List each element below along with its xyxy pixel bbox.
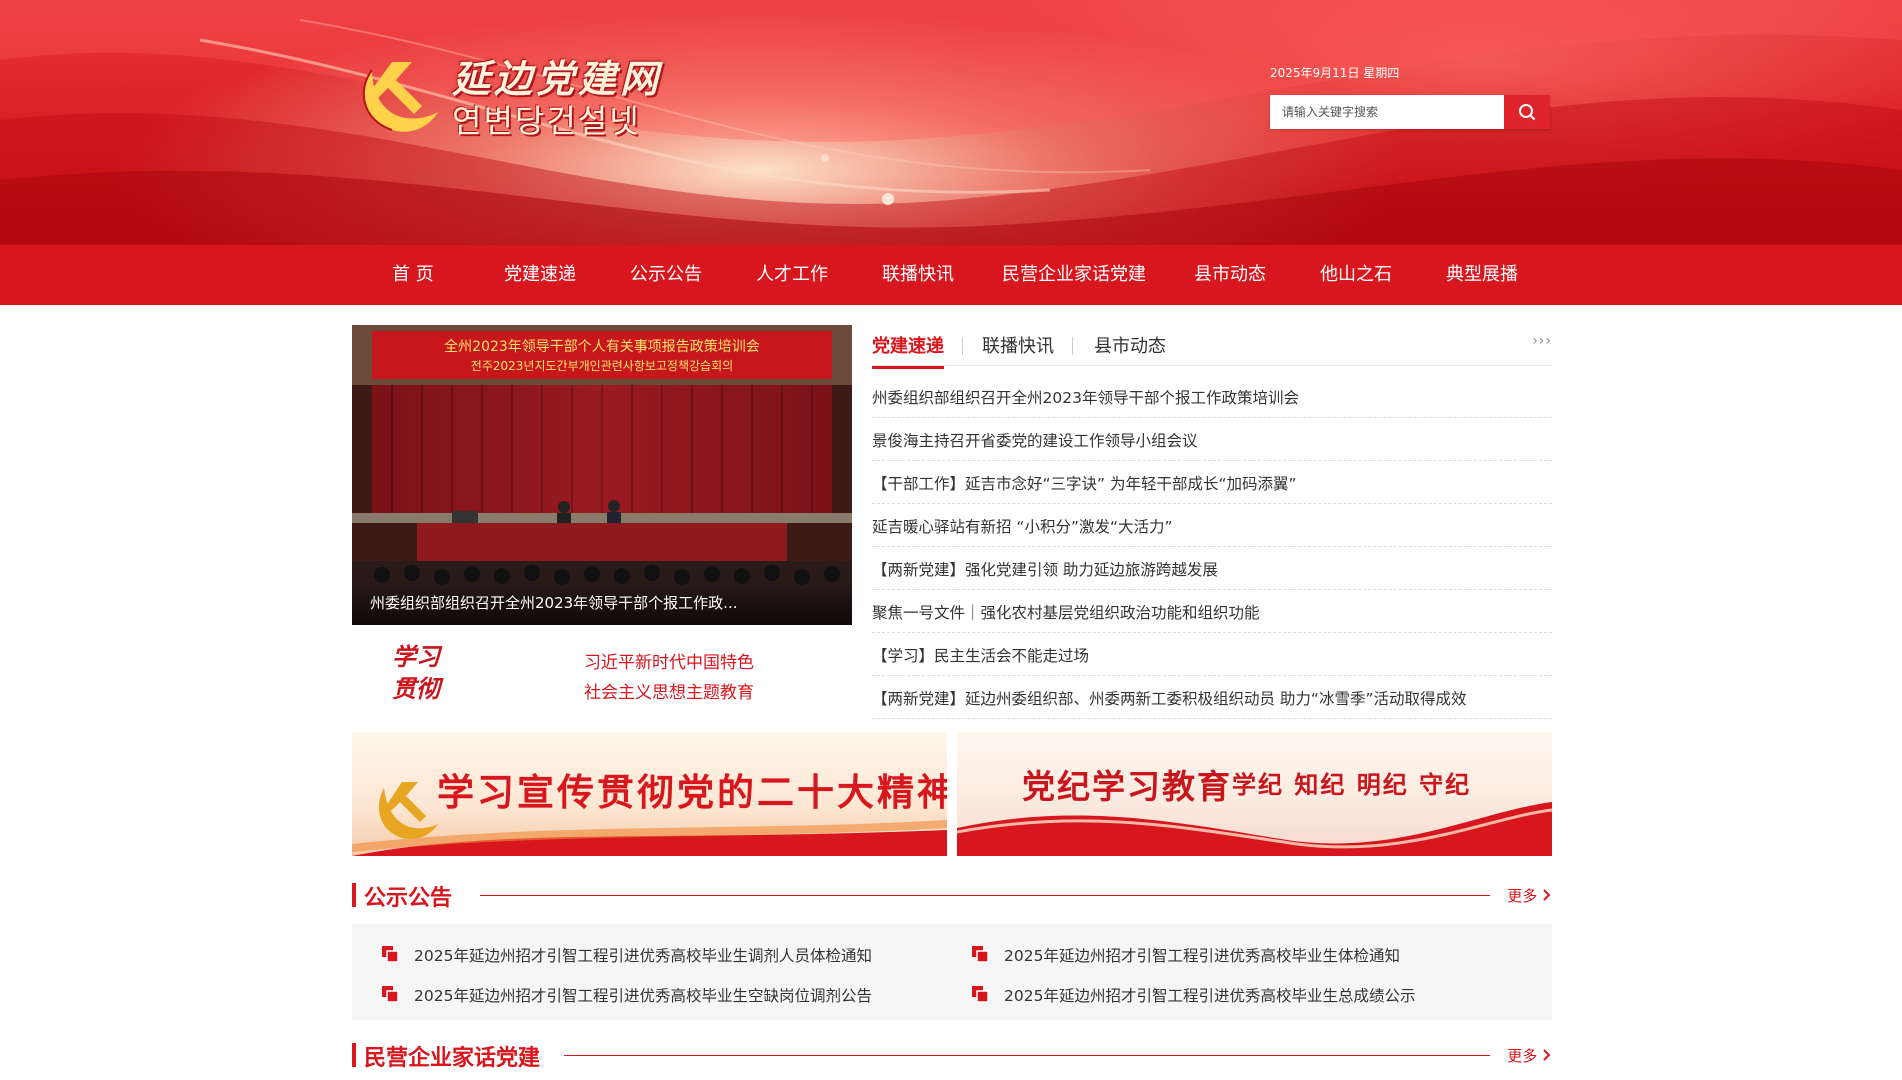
slider-caption[interactable]: 州委组织部组织召开全州2023年领导干部个报工作政... [370,592,737,613]
document-icon [382,986,399,1002]
nav-item-private-entrepreneurs[interactable]: 民营企业家话党建 [1002,245,1146,305]
nav-item-typical-showcase[interactable]: 典型展播 [1446,245,1518,305]
search-box [1270,95,1550,129]
nav-item-talent[interactable]: 人才工作 [756,245,828,305]
study-calligraphy-line2: 贯彻 [392,674,440,703]
header-wave-decoration [0,0,1902,245]
tab-party-express[interactable]: 党建速递 [872,332,944,369]
site-title-kr: 연변당건설넷 [452,102,641,140]
list-item[interactable]: 【两新党建】延边州委组织部、州委两新工委积极组织动员 助力“冰雪季”活动取得成效 [872,676,1552,719]
list-item[interactable]: 【学习】民主生活会不能走过场 [872,633,1552,676]
notice-title[interactable]: 2025年延边州招才引智工程引进优秀高校毕业生调剂人员体检通知 [414,944,872,966]
list-item[interactable]: 延吉暖心驿站有新招 “小积分”激发“大活力” [872,504,1552,547]
news-title[interactable]: 【两新党建】延边州委组织部、州委两新工委积极组织动员 助力“冰雪季”活动取得成效 [872,687,1467,709]
search-icon [1519,104,1536,121]
document-icon [972,986,989,1002]
tab-broadcast[interactable]: 联播快讯 [982,332,1054,358]
notices-section-header: 公示公告 更多 [352,880,1552,911]
site-title-cn: 延边党建网 [452,56,663,101]
list-item[interactable]: 【干部工作】延吉市念好“三字诀” 为年轻干部成长“加码添翼” [872,461,1552,504]
notices-more-label: 更多 [1507,887,1538,905]
slider-banner-line1: 全州2023年领导干部个人有关事项报告政策培训会 [444,338,760,355]
news-tabs: 党建速递 联播快讯 县市动态 ››› [872,325,1552,369]
slider-banner-line2: 전주2023년지도간부개인관련사항보고정책강습회의 [471,358,733,373]
banner-left-text: 学习宣传贯彻党的二十大精神 [437,770,947,814]
study-theme-link[interactable]: 学习 贯彻 习近平新时代中国特色 社会主义思想主题教育 [352,636,852,712]
list-item[interactable]: 州委组织部组织召开全州2023年领导干部个报工作政策培训会 [872,375,1552,418]
news-title[interactable]: 【两新党建】强化党建引领 助力延边旅游跨越发展 [872,558,1218,580]
list-item[interactable]: 景俊海主持召开省委党的建设工作领导小组会议 [872,418,1552,461]
study-calligraphy: 学习 贯彻 [392,641,472,705]
private-more-link[interactable]: 更多 [1507,1045,1552,1066]
list-item[interactable]: 【两新党建】强化党建引领 助力延边旅游跨越发展 [872,547,1552,590]
nav-item-home[interactable]: 首 页 [392,245,434,305]
notice-title[interactable]: 2025年延边州招才引智工程引进优秀高校毕业生总成绩公示 [1004,984,1415,1006]
news-title[interactable]: 景俊海主持召开省委党的建设工作领导小组会议 [872,429,1198,451]
notices-section-title: 公示公告 [364,886,453,911]
news-title[interactable]: 延吉暖心驿站有新招 “小积分”激发“大活力” [872,515,1173,537]
search-button[interactable] [1504,95,1550,129]
notice-title[interactable]: 2025年延边州招才引智工程引进优秀高校毕业生空缺岗位调剂公告 [414,984,872,1006]
header-banner: 延边党建网 연변당건설넷 2025年9月11日 星期四 [0,0,1902,245]
section-accent-bar [352,1043,356,1067]
search-input[interactable] [1270,95,1514,129]
notices-more-link[interactable]: 更多 [1507,885,1552,906]
nav-item-county-news[interactable]: 县市动态 [1194,245,1266,305]
news-slider[interactable]: 全州2023年领导干部个人有关事项报告政策培训会 전주2023년지도간부개인관련… [352,325,852,625]
section-accent-bar [352,883,356,907]
news-list: 州委组织部组织召开全州2023年领导干部个报工作政策培训会 景俊海主持召开省委党… [872,375,1552,719]
chevron-right-icon [1543,889,1551,901]
notice-title[interactable]: 2025年延边州招才引智工程引进优秀高校毕业生体检通知 [1004,944,1400,966]
tab-divider [962,337,963,355]
main-nav: 首 页 党建速递 公示公告 人才工作 联播快讯 民营企业家话党建 县市动态 他山… [0,245,1902,305]
banner-party-discipline[interactable]: 党纪学习教育 学纪 知纪 明纪 守纪 [957,732,1552,856]
private-section-header: 民营企业家话党建 更多 [352,1040,1552,1071]
chevron-right-icon [1543,1049,1551,1061]
study-theme-line1: 习近平新时代中国特色 [584,653,754,673]
section-divider [564,1055,1490,1056]
nav-item-broadcast[interactable]: 联播快讯 [882,245,954,305]
nav-item-party-express[interactable]: 党建速递 [504,245,576,305]
news-title[interactable]: 【学习】民主生活会不能走过场 [872,644,1089,666]
study-calligraphy-line1: 学习 [392,642,440,671]
document-icon [382,946,399,962]
nav-item-notices[interactable]: 公示公告 [630,245,702,305]
news-title[interactable]: 【干部工作】延吉市念好“三字诀” 为年轻干部成长“加码添翼” [872,472,1297,494]
private-more-label: 更多 [1507,1047,1538,1065]
study-theme-line2: 社会主义思想主题教育 [584,683,754,703]
tab-divider [1072,337,1073,355]
news-title[interactable]: 州委组织部组织召开全州2023年领导干部个报工作政策培训会 [872,386,1299,408]
document-icon [972,946,989,962]
private-section-title: 民营企业家话党建 [364,1046,541,1071]
nav-item-other-mountains[interactable]: 他山之石 [1320,245,1392,305]
current-date: 2025年9月11日 星期四 [1270,66,1400,80]
tab-county-news[interactable]: 县市动态 [1094,332,1166,358]
banner-right-subtitle: 学纪 知纪 明纪 守纪 [1232,770,1472,799]
party-emblem-icon [362,62,438,132]
notices-list: 2025年延边州招才引智工程引进优秀高校毕业生调剂人员体检通知 2025年延边州… [352,924,1552,1020]
slider-caption-bar: 州委组织部组织召开全州2023年领导干部个报工作政... [352,581,852,625]
news-more-link[interactable]: ››› [1532,333,1552,349]
slider-photo: 全州2023年领导干部个人有关事项报告政策培训会 전주2023년지도간부개인관련… [352,325,852,625]
site-logo[interactable]: 延边党建网 연변당건설넷 [352,48,682,140]
list-item[interactable]: 聚焦一号文件｜强化农村基层党组织政治功能和组织功能 [872,590,1552,633]
news-title[interactable]: 聚焦一号文件｜强化农村基层党组织政治功能和组织功能 [872,601,1260,623]
section-divider [480,895,1490,896]
banner-right-title: 党纪学习教育 [1022,767,1232,806]
banner-twentieth-congress[interactable]: 学习宣传贯彻党的二十大精神 [352,732,947,856]
news-panel: 党建速递 联播快讯 县市动态 ››› 州委组织部组织召开全州2023年领导干部个… [872,325,1552,719]
